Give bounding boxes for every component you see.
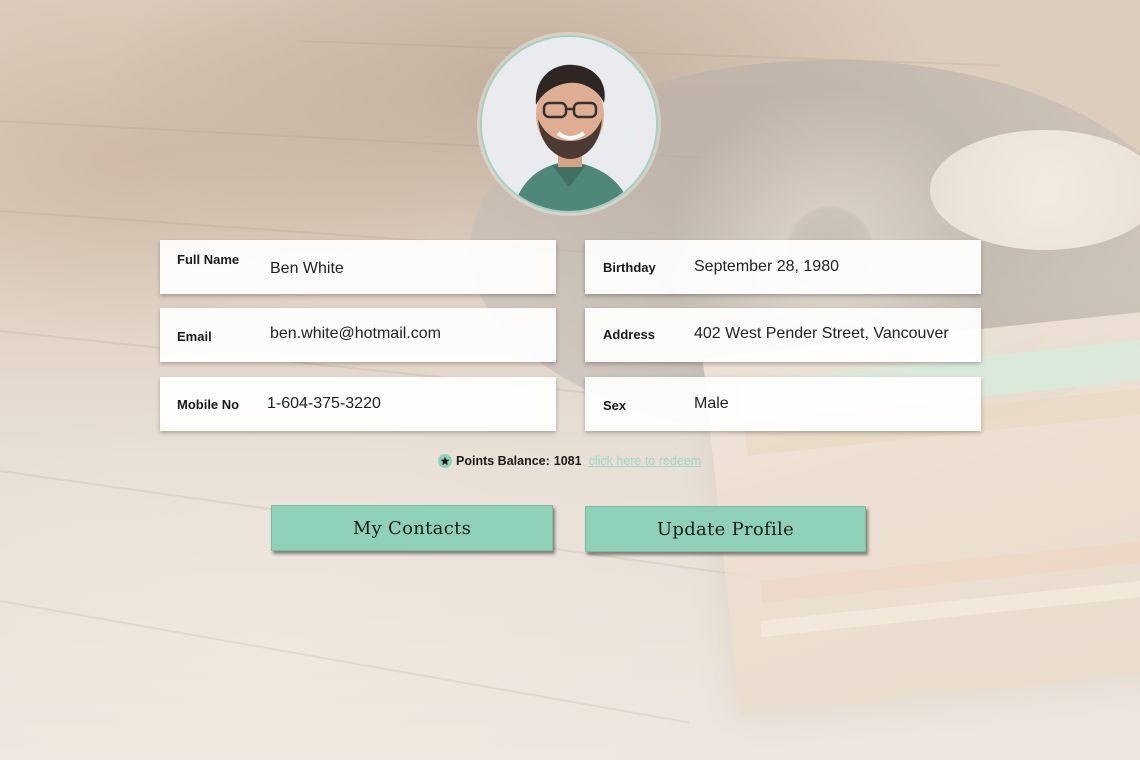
- email-label: Email: [177, 329, 212, 344]
- birthday-label: Birthday: [603, 260, 656, 275]
- full-name-field: Full Name Ben White: [160, 240, 556, 294]
- mobile-field: Mobile No 1-604-375-3220: [160, 377, 556, 431]
- full-name-label: Full Name: [177, 252, 240, 267]
- full-name-value: Ben White: [270, 260, 344, 277]
- points-balance: Points Balance: 1081 click here to redee…: [438, 452, 701, 470]
- address-value: 402 West Pender Street, Vancouver: [694, 325, 949, 342]
- address-label: Address: [603, 327, 656, 342]
- points-value: 1081: [553, 454, 582, 468]
- sex-value: Male: [694, 395, 729, 412]
- points-label: Points Balance:: [456, 454, 550, 468]
- update-profile-button[interactable]: Update Profile: [585, 506, 866, 552]
- mobile-value: 1-604-375-3220: [267, 395, 381, 412]
- my-contacts-button[interactable]: My Contacts: [271, 505, 553, 551]
- redeem-link[interactable]: click here to redeem: [589, 454, 702, 468]
- avatar: [480, 35, 658, 213]
- sex-label: Sex: [603, 398, 627, 413]
- birthday-field: Birthday September 28, 1980: [585, 240, 981, 294]
- email-field: Email ben.white@hotmail.com: [160, 308, 556, 362]
- birthday-value: September 28, 1980: [694, 258, 839, 275]
- sex-field: Sex Male: [585, 377, 981, 431]
- mobile-label: Mobile No: [177, 397, 240, 412]
- address-field: Address 402 West Pender Street, Vancouve…: [585, 308, 981, 362]
- email-value: ben.white@hotmail.com: [270, 325, 441, 342]
- profile-photo-icon: [482, 37, 656, 211]
- star-icon: [438, 454, 452, 468]
